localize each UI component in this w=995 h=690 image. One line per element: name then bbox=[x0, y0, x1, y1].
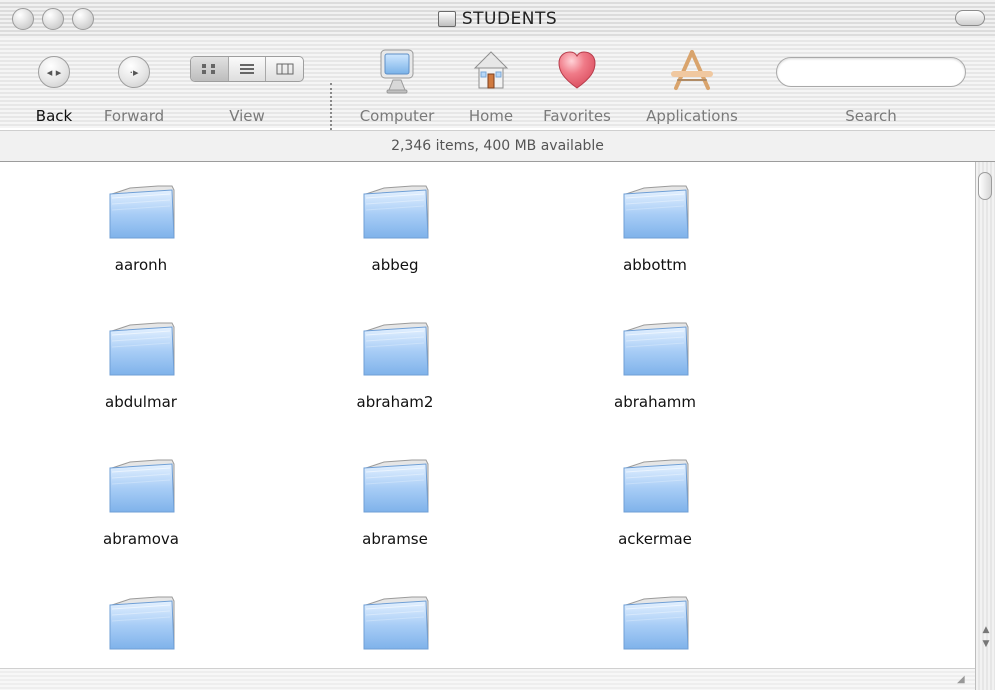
folder-icon bbox=[363, 596, 429, 650]
back-label: Back bbox=[35, 107, 73, 125]
icon-view-icon[interactable] bbox=[191, 57, 229, 81]
folder-icon bbox=[623, 185, 689, 239]
scroll-down-icon[interactable]: ▼ bbox=[980, 638, 992, 650]
back-arrow-icon: ◂ ▸ bbox=[38, 56, 70, 88]
home-icon bbox=[467, 44, 515, 100]
heart-icon bbox=[555, 44, 599, 100]
folder-item[interactable]: abramse bbox=[315, 450, 475, 575]
back-button[interactable]: ◂ ▸ Back bbox=[20, 38, 88, 128]
favorites-button[interactable]: Favorites bbox=[534, 38, 620, 128]
folder-name: abraham2 bbox=[356, 393, 434, 411]
folder-name: abbottm bbox=[623, 256, 687, 274]
search-label-wrap: Search bbox=[776, 38, 966, 128]
search-label: Search bbox=[845, 107, 897, 125]
folder-icon bbox=[109, 185, 175, 239]
folder-icon bbox=[109, 596, 175, 650]
forward-arrow-icon: ·▸ bbox=[118, 56, 150, 88]
list-view-icon[interactable] bbox=[229, 57, 267, 81]
view-segmented-control[interactable] bbox=[190, 56, 304, 82]
icon-grid: aaronh abbeg abbottm abdulmar abraham2 a… bbox=[0, 162, 975, 668]
folder-name: abdulmar bbox=[105, 393, 177, 411]
vertical-scrollbar[interactable]: ▲ ▼ bbox=[975, 162, 995, 690]
folder-item[interactable]: abramova bbox=[61, 450, 221, 575]
folder-name: abrahamm bbox=[614, 393, 696, 411]
folder-name: abbeg bbox=[371, 256, 419, 274]
computer-label: Computer bbox=[359, 107, 435, 125]
title-bar[interactable]: STUDENTS bbox=[0, 0, 995, 39]
resize-grip-icon[interactable]: ◢ bbox=[957, 674, 971, 688]
applications-button[interactable]: Applications bbox=[634, 38, 750, 128]
status-bar: 2,346 items, 400 MB available bbox=[0, 130, 995, 162]
folder-item[interactable] bbox=[315, 587, 475, 668]
folder-icon bbox=[109, 459, 175, 513]
applications-icon bbox=[664, 44, 720, 100]
computer-icon bbox=[375, 44, 419, 100]
folder-icon bbox=[363, 185, 429, 239]
finder-window: STUDENTS ◂ ▸ Back ·▸ Forward View Comput… bbox=[0, 0, 995, 690]
folder-item[interactable]: abraham2 bbox=[315, 313, 475, 438]
window-title-wrap: STUDENTS bbox=[0, 0, 995, 38]
folder-item[interactable]: abdulmar bbox=[61, 313, 221, 438]
computer-button[interactable]: Computer bbox=[352, 38, 442, 128]
favorites-label: Favorites bbox=[543, 107, 611, 125]
folder-item[interactable]: abrahamm bbox=[575, 313, 735, 438]
folder-item[interactable]: abbottm bbox=[575, 176, 735, 301]
folder-icon bbox=[623, 322, 689, 376]
folder-icon bbox=[363, 459, 429, 513]
applications-label: Applications bbox=[646, 107, 738, 125]
folder-item[interactable]: ackermae bbox=[575, 450, 735, 575]
home-label: Home bbox=[468, 107, 514, 125]
folder-name: abramova bbox=[103, 530, 179, 548]
folder-item[interactable]: abbeg bbox=[315, 176, 475, 301]
column-view-icon[interactable] bbox=[266, 57, 303, 81]
folder-name: abramse bbox=[362, 530, 428, 548]
forward-label: Forward bbox=[103, 107, 165, 125]
folder-icon bbox=[109, 322, 175, 376]
view-label: View bbox=[229, 107, 265, 125]
folder-item[interactable] bbox=[575, 587, 735, 668]
folder-name: ackermae bbox=[618, 530, 692, 548]
home-button[interactable]: Home bbox=[456, 38, 526, 128]
view-control: View bbox=[190, 38, 304, 128]
folder-icon bbox=[623, 459, 689, 513]
status-text: 2,346 items, 400 MB available bbox=[391, 138, 604, 154]
window-title: STUDENTS bbox=[461, 9, 558, 29]
folder-item[interactable]: aaronh bbox=[61, 176, 221, 301]
folder-icon bbox=[623, 596, 689, 650]
folder-item[interactable] bbox=[61, 587, 221, 668]
toolbar: ◂ ▸ Back ·▸ Forward View Computer Home F… bbox=[0, 38, 995, 166]
bottom-bar: ◢ bbox=[0, 668, 975, 690]
file-area: aaronh abbeg abbottm abdulmar abraham2 a… bbox=[0, 162, 975, 668]
scroll-thumb[interactable] bbox=[978, 172, 992, 200]
folder-name: aaronh bbox=[114, 256, 168, 274]
toolbar-toggle-button[interactable] bbox=[955, 10, 985, 26]
scroll-up-icon[interactable]: ▲ bbox=[980, 624, 992, 636]
folder-icon bbox=[363, 322, 429, 376]
drive-icon bbox=[437, 11, 456, 27]
forward-button[interactable]: ·▸ Forward bbox=[90, 38, 178, 128]
